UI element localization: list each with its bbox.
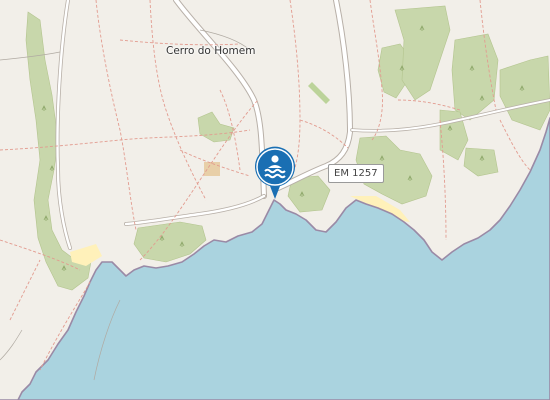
map-view[interactable]: Cerro do Homem EM 1257 bbox=[0, 0, 550, 400]
road-ref-shield: EM 1257 bbox=[328, 164, 384, 183]
place-label: Cerro do Homem bbox=[166, 45, 256, 57]
farmland-patch bbox=[204, 162, 220, 176]
swimming-marker[interactable] bbox=[254, 146, 296, 200]
swimming-icon bbox=[255, 146, 295, 199]
